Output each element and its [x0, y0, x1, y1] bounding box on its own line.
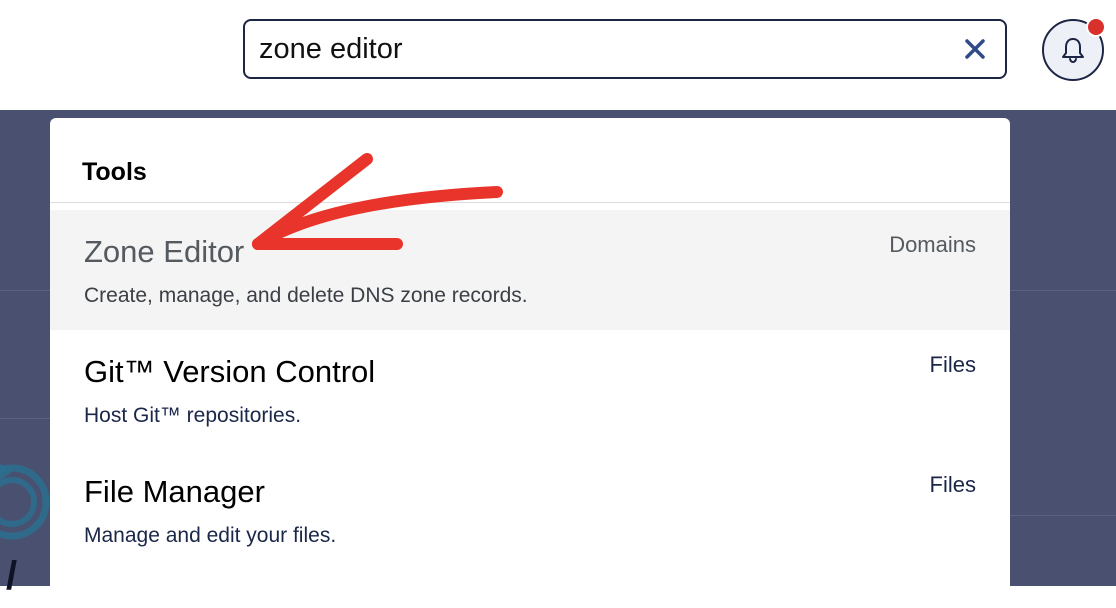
notification-badge	[1086, 17, 1106, 37]
background-glyph: /	[6, 554, 18, 598]
result-title: File Manager	[84, 474, 265, 509]
result-description: Manage and edit your files.	[84, 524, 337, 547]
backdrop-divider	[1010, 515, 1116, 516]
result-title: Git™ Version Control	[84, 354, 376, 389]
search-results-dropdown: Tools Zone Editor Create, manage, and de…	[50, 118, 1010, 608]
top-header	[0, 0, 1116, 110]
backdrop-divider	[0, 418, 50, 419]
bell-icon	[1062, 38, 1084, 64]
result-git-version-control[interactable]: Git™ Version Control Host Git™ repositor…	[50, 330, 1010, 450]
clear-search-button[interactable]	[961, 35, 989, 63]
result-category: Files	[929, 472, 976, 497]
result-zone-editor[interactable]: Zone Editor Create, manage, and delete D…	[50, 210, 1010, 330]
search-box[interactable]	[243, 19, 1007, 79]
section-title: Tools	[82, 158, 147, 186]
section-divider	[50, 202, 1010, 203]
result-description: Create, manage, and delete DNS zone reco…	[84, 284, 528, 307]
backdrop-divider	[0, 290, 50, 291]
close-icon	[965, 39, 985, 59]
notifications-button[interactable]	[1042, 17, 1106, 81]
result-title: Zone Editor	[84, 234, 245, 269]
backdrop-divider	[1010, 290, 1116, 291]
search-input[interactable]	[259, 29, 939, 69]
result-category: Files	[929, 352, 976, 377]
result-category: Domains	[889, 232, 976, 257]
refresh-icon	[0, 463, 50, 540]
result-file-manager[interactable]: File Manager Manage and edit your files.…	[50, 450, 1010, 570]
result-description: Host Git™ repositories.	[84, 404, 302, 427]
